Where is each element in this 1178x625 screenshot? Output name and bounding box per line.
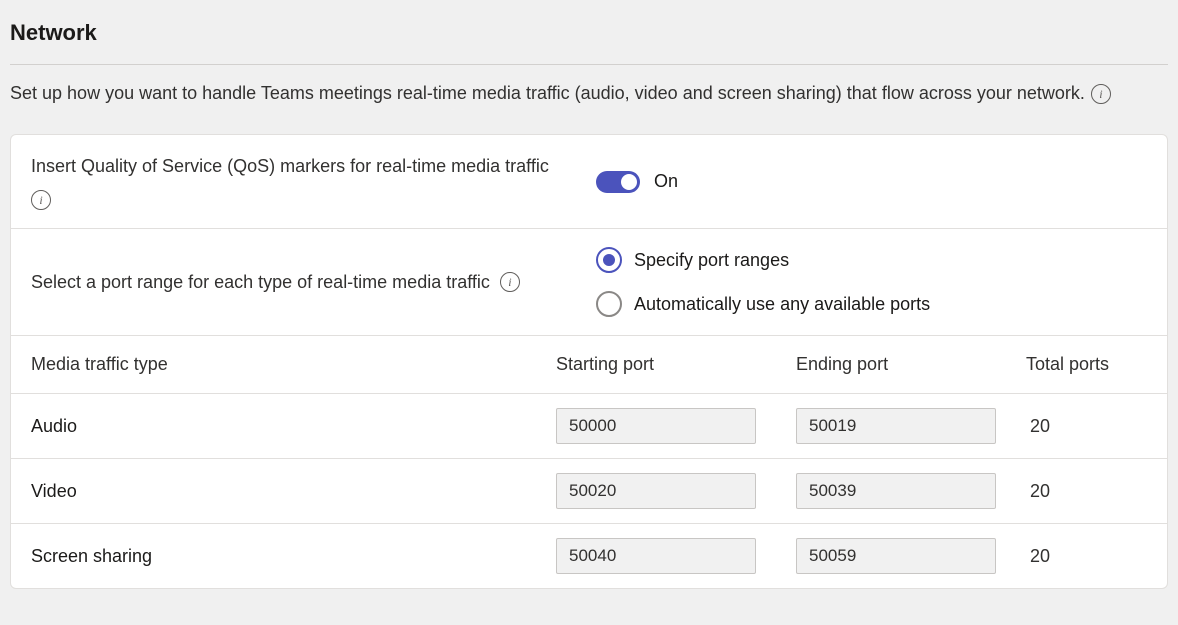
port-range-label: Select a port range for each type of rea… xyxy=(31,269,596,296)
radio-specify-port-ranges[interactable]: Specify port ranges xyxy=(596,247,930,273)
radio-label: Specify port ranges xyxy=(634,250,789,271)
screenshare-start-port-input[interactable] xyxy=(556,538,756,574)
radio-icon xyxy=(596,291,622,317)
col-header-total: Total ports xyxy=(1026,354,1147,375)
audio-total-ports: 20 xyxy=(1026,416,1147,437)
qos-control: On xyxy=(596,171,1147,193)
audio-start-port-input[interactable] xyxy=(556,408,756,444)
info-icon[interactable] xyxy=(31,190,51,210)
port-range-label-text: Select a port range for each type of rea… xyxy=(31,269,490,296)
screenshare-end-port-input[interactable] xyxy=(796,538,996,574)
qos-toggle-label: On xyxy=(654,171,678,192)
port-range-control: Specify port ranges Automatically use an… xyxy=(596,247,1147,317)
toggle-knob xyxy=(621,174,637,190)
qos-row: Insert Quality of Service (QoS) markers … xyxy=(11,135,1167,229)
page-title: Network xyxy=(10,20,1168,46)
col-header-end: Ending port xyxy=(796,354,1026,375)
port-table-header: Media traffic type Starting port Ending … xyxy=(11,336,1167,394)
port-range-row: Select a port range for each type of rea… xyxy=(11,229,1167,336)
radio-icon xyxy=(596,247,622,273)
screenshare-total-ports: 20 xyxy=(1026,546,1147,567)
video-start-port-input[interactable] xyxy=(556,473,756,509)
qos-label-text: Insert Quality of Service (QoS) markers … xyxy=(31,153,549,180)
audio-end-port-input[interactable] xyxy=(796,408,996,444)
table-row: Video 20 xyxy=(11,459,1167,524)
qos-toggle[interactable] xyxy=(596,171,640,193)
divider xyxy=(10,64,1168,65)
info-icon[interactable] xyxy=(500,272,520,292)
col-header-start: Starting port xyxy=(556,354,796,375)
col-header-type: Media traffic type xyxy=(31,354,556,375)
table-row: Audio 20 xyxy=(11,394,1167,459)
page-description-text: Set up how you want to handle Teams meet… xyxy=(10,83,1085,104)
info-icon[interactable] xyxy=(1091,84,1111,104)
port-range-radio-group: Specify port ranges Automatically use an… xyxy=(596,247,930,317)
qos-label: Insert Quality of Service (QoS) markers … xyxy=(31,153,596,210)
video-end-port-input[interactable] xyxy=(796,473,996,509)
video-total-ports: 20 xyxy=(1026,481,1147,502)
radio-label: Automatically use any available ports xyxy=(634,294,930,315)
page-description: Set up how you want to handle Teams meet… xyxy=(10,83,1168,104)
table-row: Screen sharing 20 xyxy=(11,524,1167,588)
media-type-label: Video xyxy=(31,481,556,502)
media-type-label: Audio xyxy=(31,416,556,437)
settings-card: Insert Quality of Service (QoS) markers … xyxy=(10,134,1168,589)
media-type-label: Screen sharing xyxy=(31,546,556,567)
radio-auto-ports[interactable]: Automatically use any available ports xyxy=(596,291,930,317)
